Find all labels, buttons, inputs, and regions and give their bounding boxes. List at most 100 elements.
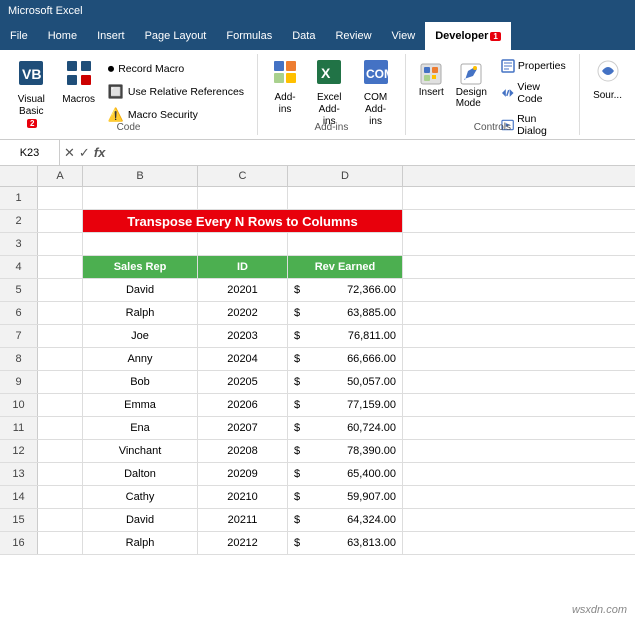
cell-b11[interactable]: Ena <box>83 417 198 439</box>
cell-a15[interactable] <box>38 509 83 531</box>
table-row: 14 Cathy 20210 $59,907.00 <box>0 486 635 509</box>
cell-d11[interactable]: $60,724.00 <box>288 417 403 439</box>
row-header-3: 3 <box>0 233 38 255</box>
cell-c4-header[interactable]: ID <box>198 256 288 278</box>
cell-a5[interactable] <box>38 279 83 301</box>
source-button[interactable]: Sour... <box>588 56 627 105</box>
table-row: 3 <box>0 233 635 256</box>
cell-c3[interactable] <box>198 233 288 255</box>
cell-c8[interactable]: 20204 <box>198 348 288 370</box>
tab-file[interactable]: File <box>0 22 38 50</box>
cell-a3[interactable] <box>38 233 83 255</box>
cell-b5[interactable]: David <box>83 279 198 301</box>
cell-b8[interactable]: Anny <box>83 348 198 370</box>
cell-b16[interactable]: Ralph <box>83 532 198 554</box>
record-macro-label: Record Macro <box>118 63 184 75</box>
tab-formulas[interactable]: Formulas <box>216 22 282 50</box>
record-macro-button[interactable]: ⏺ Record Macro <box>103 58 249 80</box>
row-header-15: 15 <box>0 509 38 531</box>
cell-c16[interactable]: 20212 <box>198 532 288 554</box>
cell-b13[interactable]: Dalton <box>83 463 198 485</box>
visual-basic-button[interactable]: VB VisualBasic 2 <box>8 56 55 133</box>
col-header-a[interactable]: A <box>38 166 83 186</box>
view-code-icon <box>501 86 514 100</box>
tab-page-layout[interactable]: Page Layout <box>135 22 217 50</box>
cell-d9[interactable]: $50,057.00 <box>288 371 403 393</box>
addins-button[interactable]: Add-ins <box>266 56 304 119</box>
cell-b14[interactable]: Cathy <box>83 486 198 508</box>
cell-c15[interactable]: 20211 <box>198 509 288 531</box>
cell-d4-header[interactable]: Rev Earned <box>288 256 403 278</box>
cell-a6[interactable] <box>38 302 83 324</box>
cell-d1[interactable] <box>288 187 403 209</box>
design-mode-label: DesignMode <box>456 87 487 109</box>
cell-d3[interactable] <box>288 233 403 255</box>
tab-review[interactable]: Review <box>325 22 381 50</box>
cell-c14[interactable]: 20210 <box>198 486 288 508</box>
cell-b9[interactable]: Bob <box>83 371 198 393</box>
com-addins-button[interactable]: COM COMAdd-ins <box>354 56 396 131</box>
cell-d7[interactable]: $76,811.00 <box>288 325 403 347</box>
tab-insert[interactable]: Insert <box>87 22 135 50</box>
cell-a7[interactable] <box>38 325 83 347</box>
cell-a1[interactable] <box>38 187 83 209</box>
use-relative-button[interactable]: 🔲 Use Relative References <box>103 81 249 103</box>
view-code-button[interactable]: View Code <box>496 78 571 108</box>
col-header-d[interactable]: D <box>288 166 403 186</box>
tab-data[interactable]: Data <box>282 22 325 50</box>
cell-d10[interactable]: $77,159.00 <box>288 394 403 416</box>
cell-c9[interactable]: 20205 <box>198 371 288 393</box>
cell-a13[interactable] <box>38 463 83 485</box>
cell-c6[interactable]: 20202 <box>198 302 288 324</box>
cell-a14[interactable] <box>38 486 83 508</box>
cell-d16[interactable]: $63,813.00 <box>288 532 403 554</box>
cell-b6[interactable]: Ralph <box>83 302 198 324</box>
cell-b4-header[interactable]: Sales Rep <box>83 256 198 278</box>
cell-b1[interactable] <box>83 187 198 209</box>
tab-home[interactable]: Home <box>38 22 87 50</box>
cell-b15[interactable]: David <box>83 509 198 531</box>
cell-a4[interactable] <box>38 256 83 278</box>
cell-a2[interactable] <box>38 210 83 232</box>
source-icon <box>596 59 620 88</box>
cell-a8[interactable] <box>38 348 83 370</box>
cell-c1[interactable] <box>198 187 288 209</box>
cell-d13[interactable]: $65,400.00 <box>288 463 403 485</box>
cell-c7[interactable]: 20203 <box>198 325 288 347</box>
cell-b10[interactable]: Emma <box>83 394 198 416</box>
cell-c11[interactable]: 20207 <box>198 417 288 439</box>
cell-a11[interactable] <box>38 417 83 439</box>
cell-c5[interactable]: 20201 <box>198 279 288 301</box>
cell-c10[interactable]: 20206 <box>198 394 288 416</box>
cell-d14[interactable]: $59,907.00 <box>288 486 403 508</box>
cell-a12[interactable] <box>38 440 83 462</box>
cell-d6[interactable]: $63,885.00 <box>288 302 403 324</box>
cell-b7[interactable]: Joe <box>83 325 198 347</box>
cell-d5[interactable]: $72,366.00 <box>288 279 403 301</box>
macros-button[interactable]: Macros <box>59 56 99 109</box>
cell-c13[interactable]: 20209 <box>198 463 288 485</box>
excel-addins-button[interactable]: X ExcelAdd-ins <box>308 56 350 131</box>
design-mode-button[interactable]: DesignMode <box>451 60 492 112</box>
tab-developer[interactable]: Developer 1 <box>425 22 511 50</box>
relative-icon: 🔲 <box>108 84 124 100</box>
col-header-b[interactable]: B <box>83 166 198 186</box>
insert-button[interactable]: Insert <box>414 60 449 112</box>
table-row: 5 David 20201 $72,366.00 <box>0 279 635 302</box>
title-bar: Microsoft Excel <box>0 0 635 22</box>
cell-c12[interactable]: 20208 <box>198 440 288 462</box>
cell-a16[interactable] <box>38 532 83 554</box>
cell-title[interactable]: Transpose Every N Rows to Columns <box>83 210 403 232</box>
cell-d15[interactable]: $64,324.00 <box>288 509 403 531</box>
table-row: 15 David 20211 $64,324.00 <box>0 509 635 532</box>
properties-button[interactable]: Properties <box>496 56 571 76</box>
cell-d8[interactable]: $66,666.00 <box>288 348 403 370</box>
cell-a9[interactable] <box>38 371 83 393</box>
formula-fx-icon[interactable]: fx <box>94 145 106 160</box>
col-header-c[interactable]: C <box>198 166 288 186</box>
tab-view[interactable]: View <box>382 22 426 50</box>
cell-d12[interactable]: $78,390.00 <box>288 440 403 462</box>
cell-b12[interactable]: Vinchant <box>83 440 198 462</box>
cell-a10[interactable] <box>38 394 83 416</box>
cell-b3[interactable] <box>83 233 198 255</box>
